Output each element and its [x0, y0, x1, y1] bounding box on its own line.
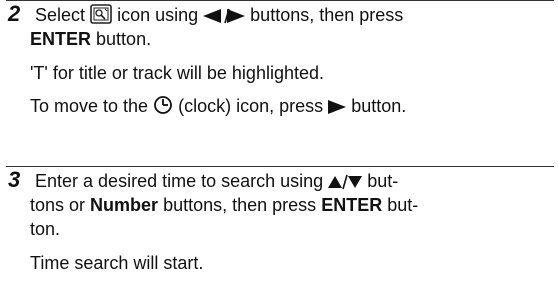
- manual-page: 2 Select icon using buttons, then press …: [0, 0, 558, 289]
- step-text: but-: [367, 171, 399, 191]
- step-divider: [6, 166, 554, 167]
- up-down-arrow-icon: [328, 174, 363, 190]
- step-2-line-1: 2 Select icon using buttons, then press: [8, 2, 554, 27]
- step-text: tons or: [30, 195, 86, 215]
- step-3-block: 3 Enter a desired time to search using b…: [8, 168, 554, 275]
- step-text: buttons, then press: [163, 195, 317, 215]
- step-number: 2: [8, 1, 21, 26]
- step-text: Enter a desired time to search using: [35, 171, 324, 191]
- step-2-line-2: ENTER button.: [8, 27, 554, 51]
- left-right-arrow-icon: [203, 8, 246, 24]
- number-button-label: Number: [90, 195, 159, 215]
- step-2-block: 2 Select icon using buttons, then press …: [8, 2, 554, 118]
- step-3-line-1: 3 Enter a desired time to search using b…: [8, 168, 554, 193]
- step-number: 3: [8, 167, 21, 192]
- right-arrow-icon: [328, 99, 347, 115]
- step-text: (clock) icon, press: [178, 96, 324, 116]
- step-3-line-3: ton.: [30, 219, 61, 239]
- search-menu-icon: [90, 4, 112, 24]
- step-3-line-2: tons or Number buttons, then press ENTER…: [8, 193, 554, 217]
- enter-button-label: ENTER: [30, 29, 92, 49]
- step-text: Select: [35, 5, 86, 25]
- step-text: icon using: [117, 5, 199, 25]
- step-text: button.: [351, 96, 407, 116]
- step-2-note-1: 'T' for title or track will be highlight…: [30, 63, 324, 83]
- step-text: but-: [387, 195, 419, 215]
- step-2-note-2: To move to the (clock) icon, press butto…: [8, 94, 554, 118]
- enter-button-label: ENTER: [321, 195, 383, 215]
- step-text: To move to the: [30, 96, 149, 116]
- top-divider: [6, 0, 554, 1]
- step-text: buttons, then press: [250, 5, 404, 25]
- step-text: button.: [96, 29, 152, 49]
- clock-icon: [153, 95, 173, 115]
- step-3-note-1: Time search will start.: [30, 253, 204, 273]
